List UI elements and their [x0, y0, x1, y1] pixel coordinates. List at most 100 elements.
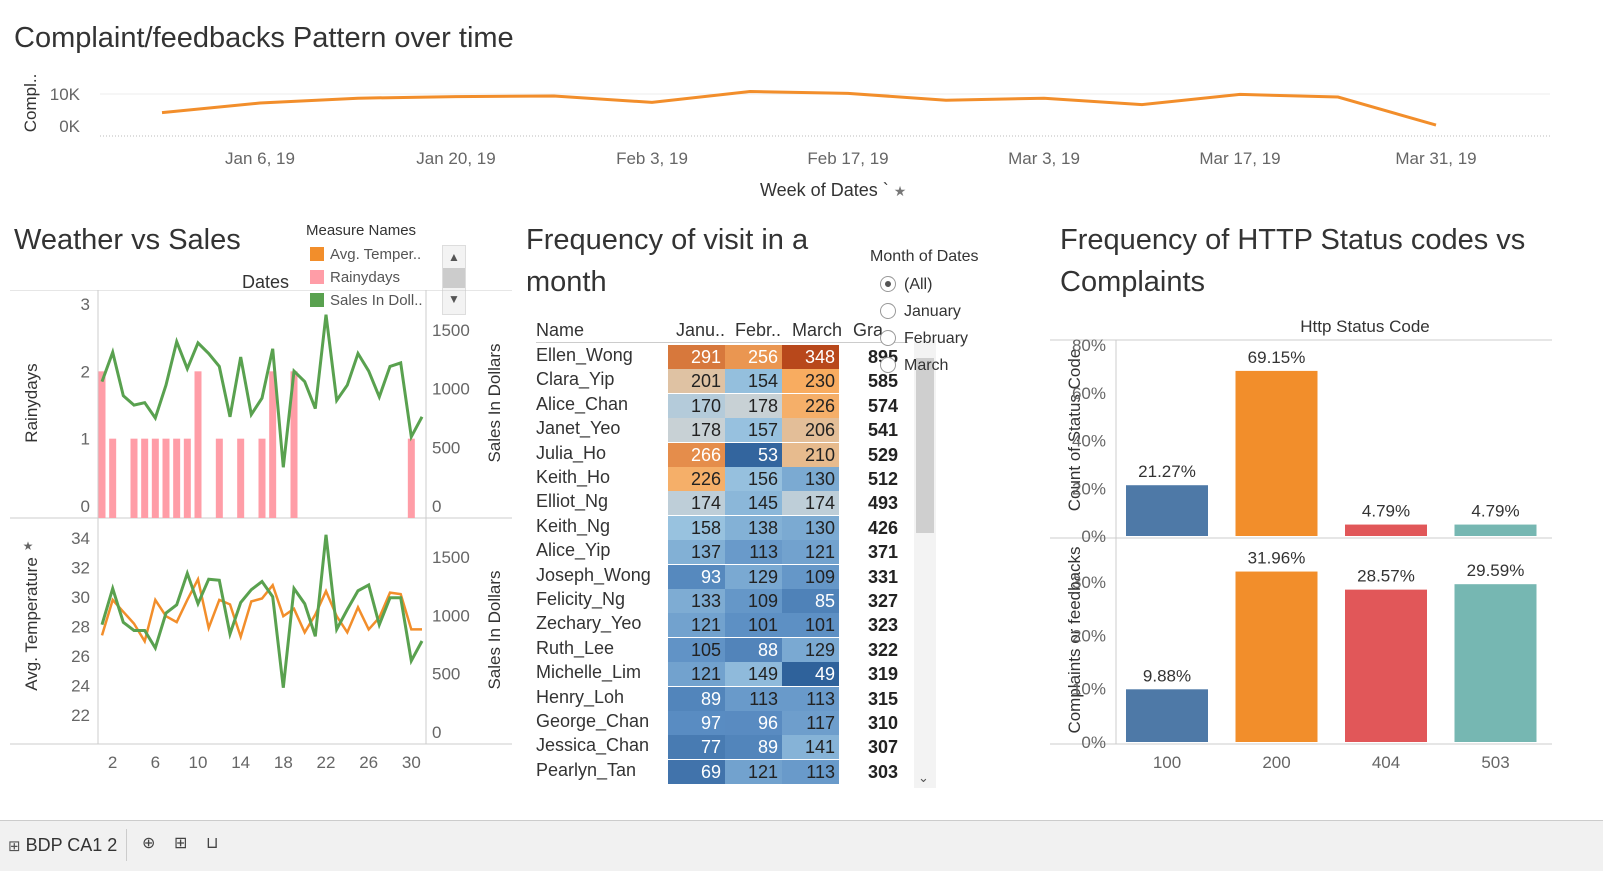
legend-item-avg-temperature[interactable]: Avg. Temper..	[310, 246, 421, 263]
heatmap-cell-mar[interactable]: 49	[782, 662, 839, 687]
heatmap-cell-jan[interactable]: 89	[668, 686, 725, 711]
heatmap-cell-feb[interactable]: 178	[725, 393, 782, 418]
month-option-all[interactable]: (All)	[880, 276, 932, 294]
heatmap-cell-feb[interactable]: 88	[725, 637, 782, 662]
heatmap-cell-feb[interactable]: 96	[725, 711, 782, 735]
heatmap-cell-mar[interactable]: 113	[782, 759, 839, 784]
heatmap-cell-feb[interactable]: 121	[725, 759, 782, 784]
month-filter-title: Month of Dates	[870, 248, 979, 265]
rainydays-bar	[194, 371, 202, 518]
weather-sales-chart[interactable]: Rainydays Sales In Dollars Avg. Temperat…	[0, 290, 520, 790]
http-status-chart[interactable]: Http Status Code Count of Status Code Co…	[1050, 310, 1595, 795]
heatmap-cell-mar[interactable]: 230	[782, 369, 839, 394]
heatmap-cell-mar[interactable]: 85	[782, 589, 839, 613]
heatmap-cell-feb[interactable]: 101	[725, 613, 782, 638]
status-count-bar	[1454, 524, 1537, 536]
rainydays-tick: 1	[81, 430, 90, 449]
heatmap-cell-jan[interactable]: 121	[668, 613, 725, 638]
heatmap-cell-jan[interactable]: 97	[668, 711, 725, 735]
heatmap-cell-jan[interactable]: 77	[668, 735, 725, 760]
heatmap-cell-jan[interactable]: 105	[668, 637, 725, 662]
heatmap-cell-jan[interactable]: 201	[668, 369, 725, 394]
heatmap-cell-jan[interactable]: 137	[668, 540, 725, 565]
heatmap-cell-feb[interactable]: 149	[725, 662, 782, 687]
heatmap-cell-jan[interactable]: 93	[668, 564, 725, 589]
sales-tick-top: 1500	[432, 321, 470, 340]
heatmap-cell-mar[interactable]: 130	[782, 467, 839, 491]
heatmap-cell-feb[interactable]: 113	[725, 686, 782, 711]
new-dashboard-icon[interactable]: ⊞	[174, 833, 194, 853]
heatmap-cell-mar[interactable]: 174	[782, 491, 839, 516]
heatmap-header-name: Name	[536, 320, 585, 340]
heatmap-row-name: Ellen_Wong	[536, 345, 633, 365]
heatmap-cell-mar[interactable]: 206	[782, 418, 839, 443]
scrollbar-thumb[interactable]	[916, 358, 934, 533]
heatmap-cell-mar[interactable]: 210	[782, 442, 839, 467]
month-option-january[interactable]: January	[880, 303, 961, 321]
heatmap-cell-feb[interactable]: 256	[725, 345, 782, 369]
heatmap-cell-feb[interactable]: 157	[725, 418, 782, 443]
heatmap-cell-mar[interactable]: 226	[782, 393, 839, 418]
complaints-bar	[1454, 584, 1537, 742]
sales-line-bottom	[100, 534, 424, 688]
chevron-down-icon[interactable]: ⌄	[918, 770, 929, 786]
radio-icon	[880, 303, 896, 319]
heatmap-cell-feb[interactable]: 89	[725, 735, 782, 760]
pin-icon[interactable]: ★	[894, 183, 907, 199]
heatmap-cell-jan[interactable]: 158	[668, 515, 725, 540]
temperature-tick: 30	[71, 588, 90, 607]
sheet-tab-bar: ⊞ BDP CA1 2 ⊕ ⊞ ⊔	[0, 820, 1603, 871]
heatmap-cell-mar[interactable]: 109	[782, 564, 839, 589]
heatmap-cell-feb[interactable]: 154	[725, 369, 782, 394]
sales-axis-label-bottom: Sales In Dollars	[485, 570, 504, 689]
heatmap-cell-jan[interactable]: 133	[668, 589, 725, 613]
new-worksheet-icon[interactable]: ⊕	[142, 833, 162, 853]
complaints-x-label-text: Week of Dates	[760, 180, 878, 200]
heatmap-cell-mar[interactable]: 117	[782, 711, 839, 735]
heatmap-cell-feb[interactable]: 129	[725, 564, 782, 589]
heatmap-cell-jan[interactable]: 121	[668, 662, 725, 687]
workbook-tab[interactable]: ⊞ BDP CA1 2	[8, 829, 127, 861]
pin-icon: ★	[23, 539, 34, 553]
complaints-x-tick: Mar 3, 19	[1008, 149, 1080, 168]
heatmap-row-total: 327	[868, 591, 899, 611]
heatmap-cell-mar[interactable]: 121	[782, 540, 839, 565]
heatmap-cell-mar[interactable]: 130	[782, 515, 839, 540]
chevron-up-icon[interactable]: ▲	[443, 246, 465, 268]
heatmap-cell-mar[interactable]: 101	[782, 613, 839, 638]
heatmap-row-total: 323	[868, 615, 899, 636]
heatmap-cell-jan[interactable]: 69	[668, 759, 725, 784]
heatmap-cell-mar[interactable]: 141	[782, 735, 839, 760]
heatmap-cell-feb[interactable]: 145	[725, 491, 782, 516]
temperature-tick: 32	[71, 559, 90, 578]
month-option-february[interactable]: February	[880, 330, 968, 348]
complaints-bar	[1126, 689, 1208, 742]
heatmap-cell-jan[interactable]: 266	[668, 442, 725, 467]
date-x-tick: 30	[402, 753, 421, 772]
date-x-tick: 2	[108, 753, 117, 772]
heatmap-cell-jan[interactable]: 170	[668, 393, 725, 418]
heatmap-cell-feb[interactable]: 113	[725, 540, 782, 565]
visits-title-line1: Frequency of visit in a	[526, 224, 809, 256]
heatmap-scrollbar[interactable]: ⌄	[914, 340, 936, 788]
heatmap-cell-feb[interactable]: 156	[725, 467, 782, 491]
heatmap-cell-jan[interactable]: 291	[668, 345, 725, 369]
new-story-icon[interactable]: ⊔	[206, 833, 226, 853]
heatmap-cell-jan[interactable]: 226	[668, 467, 725, 491]
scrollbar-thumb[interactable]	[443, 268, 465, 288]
complaints-axis-tick: 30%	[1072, 573, 1106, 592]
heatmap-row-name: Julia_Ho	[536, 442, 607, 463]
heatmap-cell-mar[interactable]: 129	[782, 637, 839, 662]
heatmap-cell-jan[interactable]: 174	[668, 491, 725, 516]
heatmap-cell-feb[interactable]: 109	[725, 589, 782, 613]
heatmap-cell-mar[interactable]: 113	[782, 686, 839, 711]
heatmap-cell-jan[interactable]: 178	[668, 418, 725, 443]
heatmap-row-total: 303	[868, 761, 899, 782]
legend-item-rainydays[interactable]: Rainydays	[310, 269, 400, 286]
complaints-x-tick: Jan 20, 19	[416, 149, 495, 168]
heatmap-cell-feb[interactable]: 53	[725, 442, 782, 467]
heatmap-cell-mar[interactable]: 348	[782, 345, 839, 369]
month-option-march[interactable]: March	[880, 357, 948, 375]
http-title-line2: Complaints	[1060, 266, 1206, 298]
heatmap-cell-feb[interactable]: 138	[725, 515, 782, 540]
